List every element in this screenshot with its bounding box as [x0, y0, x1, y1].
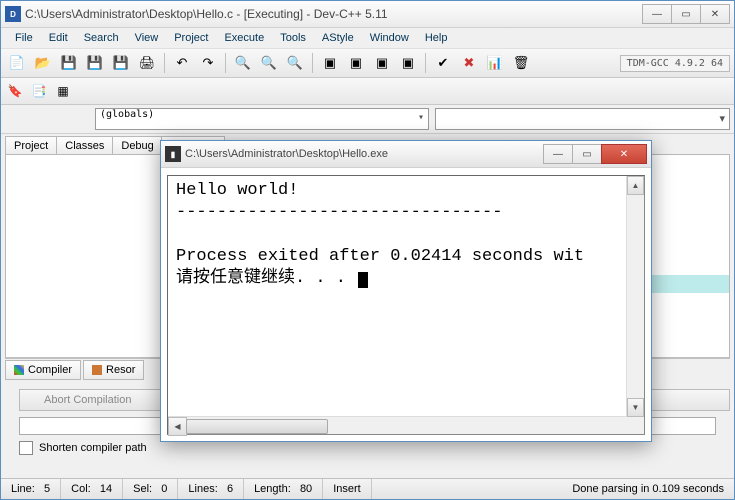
replace-icon[interactable]: 🔍	[257, 51, 281, 75]
separator	[312, 53, 313, 73]
run-icon[interactable]: ▣	[344, 51, 368, 75]
menu-view[interactable]: View	[127, 30, 167, 46]
menu-edit[interactable]: Edit	[41, 30, 76, 46]
status-line: Line: 5	[1, 479, 61, 499]
scroll-down-arrow-icon[interactable]: ▼	[627, 398, 644, 417]
main-titlebar[interactable]: D C:\Users\Administrator\Desktop\Hello.c…	[1, 1, 734, 28]
goto-icon[interactable]: 📑	[29, 81, 49, 101]
tab-project[interactable]: Project	[5, 136, 57, 155]
menu-astyle[interactable]: AStyle	[314, 30, 362, 46]
statusbar: Line: 5 Col: 14 Sel: 0 Lines: 6 Length: …	[1, 478, 734, 499]
bookmark-icon[interactable]: 🔖	[5, 81, 25, 101]
btab-compiler[interactable]: Compiler	[5, 360, 81, 380]
save-all-icon[interactable]: 💾	[83, 51, 107, 75]
scroll-left-arrow-icon[interactable]: ◀	[168, 417, 187, 436]
combo-row: (globals)	[1, 105, 734, 134]
save-as-icon[interactable]: 💾	[109, 51, 133, 75]
print-icon[interactable]: 🖨	[135, 51, 159, 75]
status-lines: Lines: 6	[178, 479, 244, 499]
maximize-button[interactable]: ▭	[671, 4, 701, 24]
console-window: ▮ C:\Users\Administrator\Desktop\Hello.e…	[160, 140, 652, 442]
tab-classes[interactable]: Classes	[56, 136, 113, 155]
menu-file[interactable]: File	[7, 30, 41, 46]
scrollbar-corner	[627, 417, 644, 434]
console-scrollbar-vertical[interactable]: ▲ ▼	[626, 176, 644, 417]
members-combo[interactable]	[435, 108, 730, 130]
toolbar-secondary: 🔖 📑 ▦	[1, 78, 734, 105]
tab-debug[interactable]: Debug	[112, 136, 162, 155]
close-button[interactable]: ✕	[700, 4, 730, 24]
separator	[425, 53, 426, 73]
status-sel: Sel: 0	[123, 479, 178, 499]
menu-project[interactable]: Project	[166, 30, 216, 46]
console-minimize-button[interactable]: —	[543, 144, 573, 164]
console-icon: ▮	[165, 146, 181, 162]
main-title: C:\Users\Administrator\Desktop\Hello.c -…	[25, 7, 643, 21]
compile-run-icon[interactable]: ▣	[370, 51, 394, 75]
open-icon[interactable]: 📂	[31, 51, 55, 75]
resources-icon	[92, 365, 102, 375]
menu-search[interactable]: Search	[76, 30, 127, 46]
console-maximize-button[interactable]: ▭	[572, 144, 602, 164]
toolbar-main: 📄 📂 💾 💾 💾 🖨 ↶ ↷ 🔍 🔍 🔍 ▣ ▣ ▣ ▣ ✔ ✖ 📊 🗑 TD…	[1, 49, 734, 78]
console-close-button[interactable]: ✕	[601, 144, 647, 164]
globals-combo[interactable]: (globals)	[95, 108, 429, 130]
separator	[225, 53, 226, 73]
trash-icon[interactable]: 🗑	[509, 51, 533, 75]
compiler-badge[interactable]: TDM-GCC 4.9.2 64	[620, 55, 730, 72]
menu-tools[interactable]: Tools	[272, 30, 314, 46]
shorten-path-checkbox[interactable]	[19, 441, 33, 455]
status-done: Done parsing in 0.109 seconds	[562, 479, 734, 499]
cursor-caret	[358, 272, 368, 288]
separator	[164, 53, 165, 73]
console-titlebar[interactable]: ▮ C:\Users\Administrator\Desktop\Hello.e…	[161, 141, 651, 168]
undo-icon[interactable]: ↶	[170, 51, 194, 75]
find-in-files-icon[interactable]: 🔍	[283, 51, 307, 75]
scroll-thumb[interactable]	[186, 419, 328, 434]
console-title: C:\Users\Administrator\Desktop\Hello.exe	[185, 148, 544, 160]
minimize-button[interactable]: —	[642, 4, 672, 24]
status-col: Col: 14	[61, 479, 123, 499]
status-insert: Insert	[323, 479, 372, 499]
shorten-path-label: Shorten compiler path	[39, 442, 147, 454]
menu-window[interactable]: Window	[362, 30, 417, 46]
console-scrollbar-horizontal[interactable]: ◀	[168, 416, 627, 434]
menubar: File Edit Search View Project Execute To…	[1, 28, 734, 49]
grid-icon	[14, 365, 24, 375]
misc-icon[interactable]: ▦	[53, 81, 73, 101]
redo-icon[interactable]: ↷	[196, 51, 220, 75]
rebuild-icon[interactable]: ▣	[396, 51, 420, 75]
menu-help[interactable]: Help	[417, 30, 456, 46]
console-output: Hello world! ---------------------------…	[168, 176, 644, 294]
app-icon: D	[5, 6, 21, 22]
compile-icon[interactable]: ▣	[318, 51, 342, 75]
profile-icon[interactable]: 📊	[483, 51, 507, 75]
scroll-up-arrow-icon[interactable]: ▲	[627, 176, 644, 195]
console-body[interactable]: Hello world! ---------------------------…	[167, 175, 645, 435]
menu-execute[interactable]: Execute	[216, 30, 272, 46]
status-length: Length: 80	[244, 479, 323, 499]
new-file-icon[interactable]: 📄	[5, 51, 29, 75]
stop-icon[interactable]: ✖	[457, 51, 481, 75]
find-icon[interactable]: 🔍	[231, 51, 255, 75]
debug-icon[interactable]: ✔	[431, 51, 455, 75]
btab-resources[interactable]: Resor	[83, 360, 144, 380]
save-icon[interactable]: 💾	[57, 51, 81, 75]
